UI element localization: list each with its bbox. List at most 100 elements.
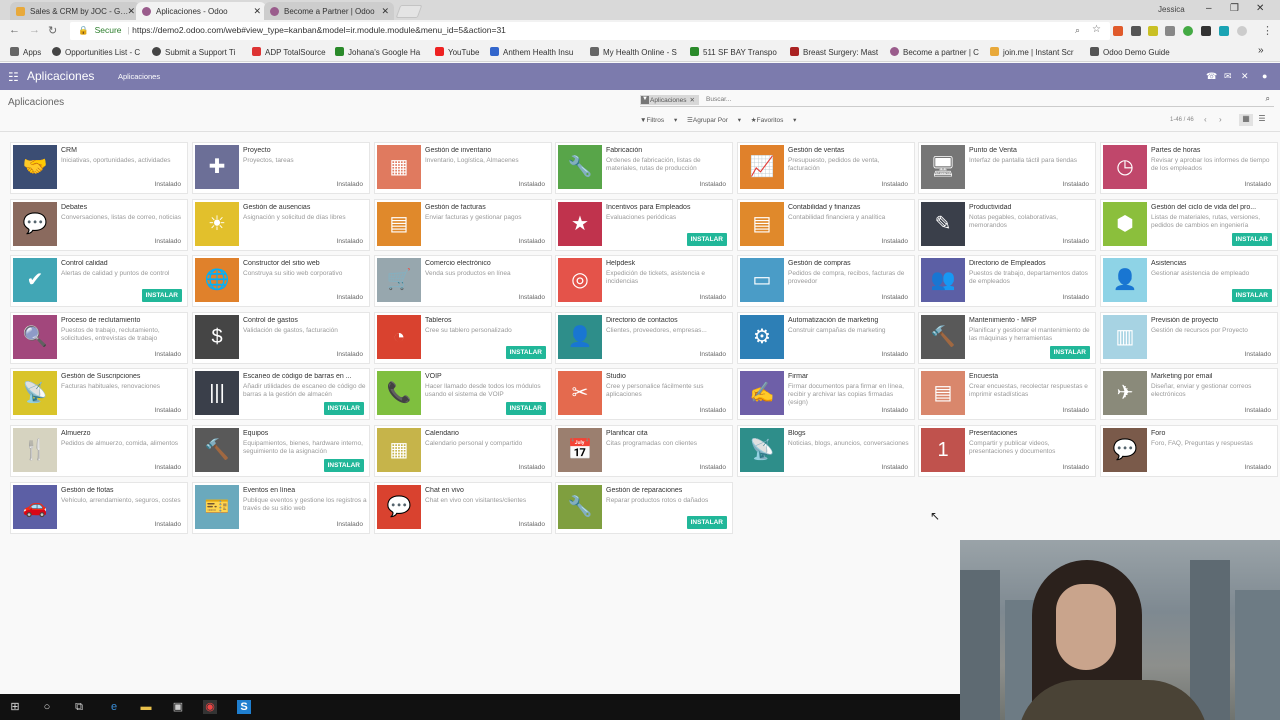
menu-icon[interactable]: ⋮: [1262, 24, 1273, 37]
app-card[interactable]: 🔧 Fabricación Órdenes de fabricación, list…: [555, 142, 733, 194]
bookmarks-overflow-icon[interactable]: »: [1258, 45, 1264, 56]
browser-tab[interactable]: Sales & CRM by JOC - G… ✕: [10, 2, 140, 20]
app-card[interactable]: ▥ Previsión de proyecto Gestión de recurso…: [1100, 312, 1278, 364]
app-card[interactable]: 🤝 CRM Iniciativas, oportunidades, activida…: [10, 142, 188, 194]
app-card[interactable]: 🚗 Gestión de flotas Vehículo, arrendamient…: [10, 482, 188, 534]
pager-next-icon[interactable]: ›: [1219, 115, 1222, 124]
app-card[interactable]: 💬 Debates Conversaciones, listas de correo…: [10, 199, 188, 251]
app-card[interactable]: 👤 Directorio de contactos Clientes, provee…: [555, 312, 733, 364]
install-button[interactable]: INSTALAR: [505, 346, 546, 359]
bookmark-item[interactable]: YouTube: [435, 47, 479, 57]
install-button[interactable]: INSTALAR: [323, 402, 364, 415]
install-button[interactable]: INSTALAR: [1231, 289, 1272, 302]
close-icon[interactable]: ✕: [381, 6, 389, 17]
bookmark-item[interactable]: My Health Online - S: [590, 47, 677, 57]
edge-icon[interactable]: e: [107, 700, 121, 714]
extension-icon[interactable]: [1165, 26, 1175, 36]
app-card[interactable]: 🔧 Gestión de reparaciones Reparar producto…: [555, 482, 733, 534]
pager-previous-icon[interactable]: ‹: [1204, 115, 1207, 124]
app-card[interactable]: ⬢ Gestión del ciclo de vida del pro... Lis…: [1100, 199, 1278, 251]
windows-start-icon[interactable]: ⊞: [8, 700, 22, 714]
bookmark-item[interactable]: Odoo Demo Guide: [1090, 47, 1170, 57]
search-input[interactable]: [706, 96, 906, 103]
back-icon[interactable]: ←: [9, 24, 20, 36]
bookmark-item[interactable]: Opportunities List - C: [52, 47, 140, 57]
file-explorer-icon[interactable]: ▬: [139, 700, 153, 714]
app-card[interactable]: ✂ Studio Cree y personalice fácilmente sus…: [555, 368, 733, 420]
app-card[interactable]: ◔ Tableros Cree su tablero personalizado IN…: [374, 312, 552, 364]
zoom-icon[interactable]: ⌕: [1075, 25, 1080, 36]
forward-icon[interactable]: →: [29, 24, 40, 36]
cortana-icon[interactable]: ○: [40, 700, 54, 714]
app-card[interactable]: ▦ Calendario Calendario personal y compart…: [374, 425, 552, 477]
app-card[interactable]: 📡 Blogs Noticias, blogs, anuncios, convers…: [737, 425, 915, 477]
app-card[interactable]: 🔍 Proceso de reclutamiento Puestos de trab…: [10, 312, 188, 364]
app-card[interactable]: ▭ Gestión de compras Pedidos de compra, re…: [737, 255, 915, 307]
app-card[interactable]: 📡 Gestión de Suscripciones Facturas habitu…: [10, 368, 188, 420]
app-card[interactable]: ★ Incentivos para Empleados Evaluaciones p…: [555, 199, 733, 251]
list-view-icon[interactable]: ☰: [1255, 114, 1269, 126]
install-button[interactable]: INSTALAR: [686, 516, 727, 529]
filters-dropdown[interactable]: ▼Filtros ▾: [640, 117, 677, 124]
install-button[interactable]: INSTALAR: [1049, 346, 1090, 359]
app-card[interactable]: ▤ Contabilidad y finanzas Contabilidad fin…: [737, 199, 915, 251]
user-avatar-icon[interactable]: ●: [1262, 71, 1267, 81]
bookmark-apps[interactable]: Apps: [10, 47, 41, 57]
app-card[interactable]: ✎ Productividad Notas pegables, colaborati…: [918, 199, 1096, 251]
reload-icon[interactable]: ↻: [48, 24, 57, 37]
app-card[interactable]: ||| Escaneo de código de barras en ... Aña…: [192, 368, 370, 420]
install-button[interactable]: INSTALAR: [141, 289, 182, 302]
app-card[interactable]: ◎ Helpdesk Expedición de tickets, asistenc…: [555, 255, 733, 307]
close-window-icon[interactable]: ✕: [1256, 3, 1264, 14]
store-icon[interactable]: ▣: [171, 700, 185, 714]
extension-icon[interactable]: [1201, 26, 1211, 36]
star-icon[interactable]: ☆: [1092, 24, 1101, 35]
app-card[interactable]: ☀ Gestión de ausencias Asignación y solici…: [192, 199, 370, 251]
favorites-dropdown[interactable]: ★Favoritos ▾: [751, 117, 797, 124]
app-card[interactable]: 🔨 Equipos Equipamientos, bienes, hardware …: [192, 425, 370, 477]
kanban-view-icon[interactable]: ▦: [1239, 114, 1253, 126]
app-card[interactable]: 💬 Foro Foro, FAQ, Preguntas y respuestas In…: [1100, 425, 1278, 477]
app-card[interactable]: 🔨 Mantenimiento - MRP Planificar y gestion…: [918, 312, 1096, 364]
app-card[interactable]: ⚙ Automatización de marketing Construir ca…: [737, 312, 915, 364]
extension-icon[interactable]: [1219, 26, 1229, 36]
app-card[interactable]: 📈 Gestión de ventas Presupuesto, pedidos d…: [737, 142, 915, 194]
group-by-dropdown[interactable]: ☰Agrupar Por ▾: [687, 117, 741, 124]
bookmark-item[interactable]: Submit a Support Ti: [152, 47, 235, 57]
bookmark-item[interactable]: Anthem Health Insu: [490, 47, 573, 57]
remove-facet-icon[interactable]: ✕: [690, 97, 695, 104]
chrome-icon[interactable]: ◉: [203, 700, 217, 714]
pager-value[interactable]: 1-46 / 46: [1170, 117, 1194, 123]
extension-icon[interactable]: [1183, 26, 1193, 36]
app-card[interactable]: 🌐 Constructor del sitio web Construya su s…: [192, 255, 370, 307]
bookmark-item[interactable]: Johana's Google Ha: [335, 47, 420, 57]
bookmark-item[interactable]: join.me | Instant Scr: [990, 47, 1074, 57]
browser-tab-active[interactable]: Aplicaciones - Odoo ✕: [136, 2, 266, 20]
minimize-icon[interactable]: –: [1206, 3, 1212, 14]
install-button[interactable]: INSTALAR: [686, 233, 727, 246]
task-view-icon[interactable]: ⧉: [72, 700, 86, 714]
app-card[interactable]: 👥 Directorio de Empleados Puestos de traba…: [918, 255, 1096, 307]
app-card[interactable]: 🎫 Eventos en línea Publique eventos y gest…: [192, 482, 370, 534]
url-bar[interactable]: 🔒 Secure | https://demo2.odoo.com/web#view…: [70, 22, 1110, 40]
extension-icon[interactable]: [1237, 26, 1247, 36]
install-button[interactable]: INSTALAR: [1231, 233, 1272, 246]
bookmark-item[interactable]: ADP TotalSource: [252, 47, 326, 57]
skype-icon[interactable]: S: [237, 700, 251, 714]
bookmark-item[interactable]: Become a partner | C: [890, 47, 979, 57]
app-card[interactable]: ▤ Encuesta Crear encuestas, recolectar res…: [918, 368, 1096, 420]
app-card[interactable]: 💬 Chat en vivo Chat en vivo con visitantes…: [374, 482, 552, 534]
app-card[interactable]: 📞 VOIP Hacer llamado desde todos los módul…: [374, 368, 552, 420]
close-icon[interactable]: ✕: [1241, 71, 1249, 82]
support-icon[interactable]: ☎: [1206, 71, 1217, 82]
close-icon[interactable]: ✕: [253, 6, 261, 17]
app-card[interactable]: ▦ Gestión de inventario Inventario, Logíst…: [374, 142, 552, 194]
app-card[interactable]: 📅 Planificar cita Citas programadas con cl…: [555, 425, 733, 477]
search-facet[interactable]: ▼ Aplicaciones ✕: [640, 95, 699, 105]
install-button[interactable]: INSTALAR: [505, 402, 546, 415]
new-tab-button[interactable]: [395, 5, 423, 18]
menu-aplicaciones[interactable]: Aplicaciones: [118, 72, 160, 81]
extension-icon[interactable]: [1131, 26, 1141, 36]
maximize-icon[interactable]: ❐: [1230, 3, 1239, 14]
install-button[interactable]: INSTALAR: [323, 459, 364, 472]
